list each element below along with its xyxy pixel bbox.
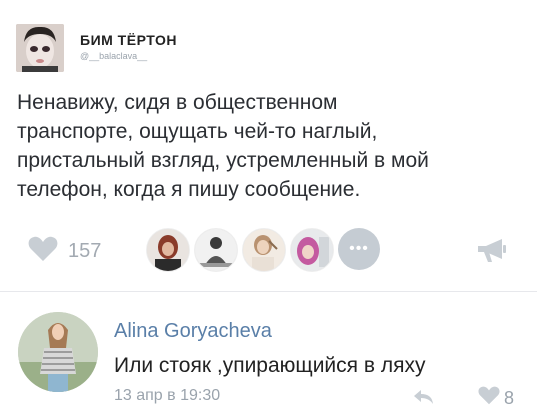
commenter-name[interactable]: Alina Goryacheva	[114, 320, 272, 343]
more-likers-button[interactable]: •••	[338, 228, 380, 270]
more-icon: •••	[349, 240, 369, 257]
tweet-text: Ненавижу, сидя в общественном транспорте…	[17, 91, 429, 201]
author-meta: БИМ ТЁРТОН @__balaclava__	[80, 32, 177, 61]
like-button[interactable]: 157	[28, 236, 101, 267]
heart-icon	[478, 386, 500, 405]
tweet-author: БИМ ТЁРТОН @__balaclava__	[16, 24, 177, 72]
comment-like-button[interactable]: 8	[478, 386, 514, 405]
tweet-actions: 157 •••	[28, 228, 508, 272]
liker-avatar[interactable]	[290, 228, 334, 272]
reply-icon[interactable]	[413, 389, 435, 405]
megaphone-icon	[476, 239, 508, 267]
author-name[interactable]: БИМ ТЁРТОН	[80, 32, 177, 48]
comment: Alina Goryacheva Или стояк ,упирающийся …	[18, 312, 523, 405]
author-handle[interactable]: @__balaclava__	[80, 51, 177, 61]
comment-text: Или стояк ,упирающийся в ляху	[114, 354, 426, 377]
liker-avatar[interactable]	[146, 228, 190, 272]
commenter-avatar[interactable]	[18, 312, 98, 392]
share-button[interactable]	[476, 237, 508, 268]
liker-avatars: •••	[146, 228, 380, 272]
author-avatar[interactable]	[16, 24, 64, 72]
comment-like-count: 8	[504, 387, 515, 405]
separator	[0, 291, 537, 292]
like-count: 157	[68, 240, 102, 262]
liker-avatar[interactable]	[242, 228, 286, 272]
comment-date[interactable]: 13 апр в 19:30	[114, 387, 220, 405]
liker-avatar[interactable]	[194, 228, 238, 272]
heart-icon	[28, 236, 58, 267]
